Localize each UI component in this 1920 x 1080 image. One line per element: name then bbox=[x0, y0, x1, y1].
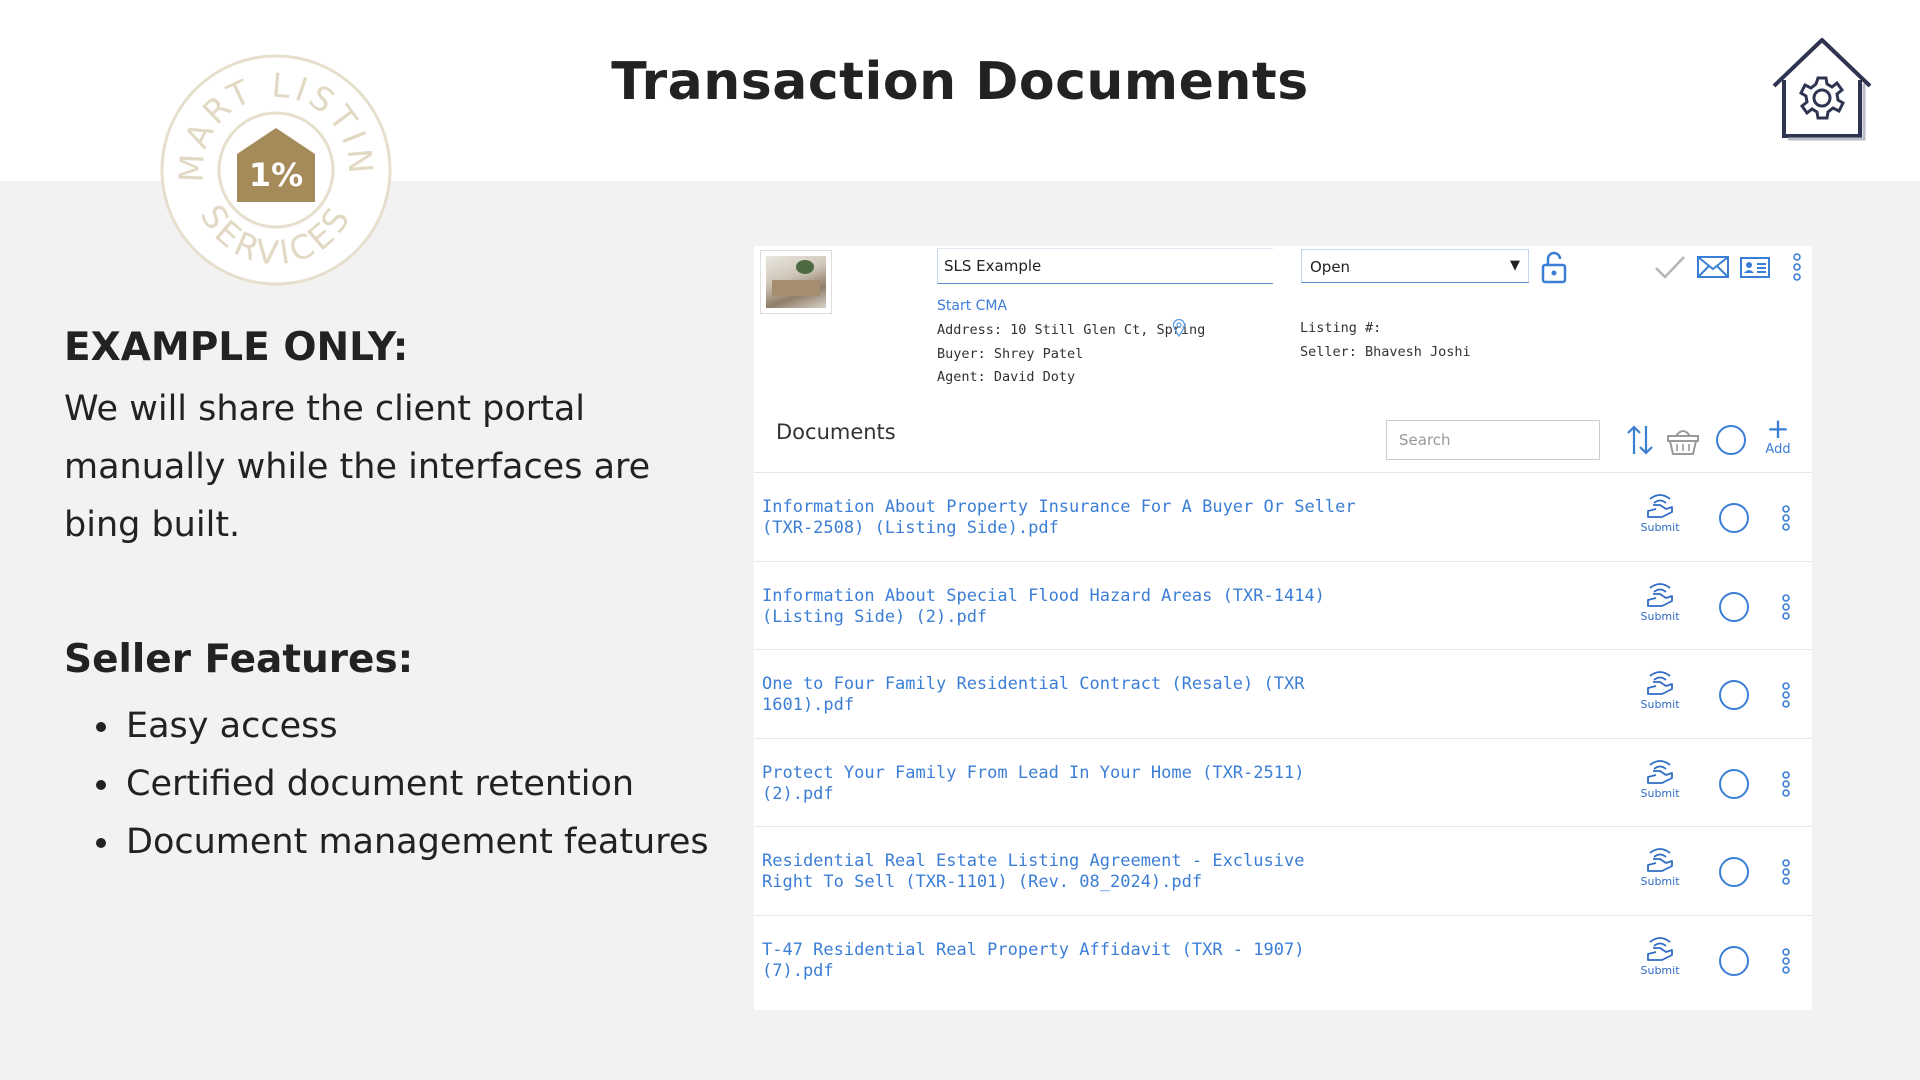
select-circle-icon[interactable] bbox=[1718, 945, 1750, 977]
document-link[interactable]: One to Four Family Residential Contract … bbox=[762, 674, 1362, 716]
documents-title: Documents bbox=[776, 420, 896, 444]
select-circle-icon[interactable] bbox=[1718, 679, 1750, 711]
status-value: Open bbox=[1310, 258, 1351, 276]
submit-hand-icon bbox=[1647, 494, 1673, 518]
document-link[interactable]: Protect Your Family From Lead In Your Ho… bbox=[762, 763, 1362, 805]
left-column: EXAMPLE ONLY: We will share the client p… bbox=[64, 325, 709, 862]
add-document-button[interactable]: + Add bbox=[1758, 412, 1798, 464]
map-pin-icon[interactable] bbox=[1172, 319, 1186, 337]
feature-item: Document management features bbox=[96, 813, 709, 871]
bullet-icon bbox=[96, 838, 106, 848]
features-heading: Seller Features: bbox=[64, 637, 414, 682]
mail-icon[interactable] bbox=[1696, 254, 1730, 280]
buyer-text: Buyer: Shrey Patel bbox=[937, 346, 1084, 362]
more-options-icon[interactable] bbox=[1781, 947, 1791, 975]
more-options-icon[interactable] bbox=[1781, 593, 1791, 621]
property-thumbnail[interactable] bbox=[760, 250, 832, 314]
submit-button[interactable]: Submit bbox=[1634, 755, 1686, 809]
submit-button[interactable]: Submit bbox=[1634, 578, 1686, 632]
document-row: T-47 Residential Real Property Affidavit… bbox=[754, 914, 1812, 1004]
submit-hand-icon bbox=[1647, 759, 1673, 784]
select-circle-icon[interactable] bbox=[1718, 591, 1750, 623]
select-circle-icon[interactable] bbox=[1718, 502, 1750, 534]
add-label: Add bbox=[1765, 442, 1791, 457]
document-row: Information About Property Insurance For… bbox=[754, 472, 1812, 561]
submit-button[interactable]: Submit bbox=[1634, 489, 1686, 543]
select-circle-icon[interactable] bbox=[1718, 856, 1750, 888]
transaction-panel: Open ▼ Start CMA Address: 10 Still Glen … bbox=[754, 246, 1812, 1010]
unlock-icon[interactable] bbox=[1539, 250, 1569, 284]
plus-icon: + bbox=[1766, 412, 1790, 445]
document-row: Residential Real Estate Listing Agreemen… bbox=[754, 826, 1812, 915]
document-link[interactable]: Information About Property Insurance For… bbox=[762, 497, 1362, 539]
seller-text: Seller: Bhavesh Joshi bbox=[1300, 344, 1471, 360]
house-gear-icon[interactable] bbox=[1770, 36, 1874, 142]
transaction-name-input[interactable] bbox=[937, 248, 1273, 284]
more-options-icon[interactable] bbox=[1781, 504, 1791, 532]
contact-card-icon[interactable] bbox=[1739, 254, 1771, 280]
submit-hand-icon bbox=[1647, 936, 1673, 961]
select-all-circle-icon[interactable] bbox=[1715, 424, 1747, 456]
example-heading: EXAMPLE ONLY: bbox=[64, 325, 409, 370]
sort-icon[interactable] bbox=[1626, 424, 1654, 456]
listing-number-text: Listing #: bbox=[1300, 320, 1382, 336]
feature-item: Certified document retention bbox=[96, 755, 709, 813]
submit-button[interactable]: Submit bbox=[1634, 932, 1686, 986]
features-list: Easy access Certified document retention… bbox=[96, 697, 709, 871]
check-icon[interactable] bbox=[1654, 254, 1686, 280]
document-row: Protect Your Family From Lead In Your Ho… bbox=[754, 737, 1812, 827]
caret-down-icon: ▼ bbox=[1510, 258, 1520, 273]
more-options-icon[interactable] bbox=[1781, 681, 1791, 709]
submit-hand-icon bbox=[1647, 582, 1673, 607]
basket-icon[interactable] bbox=[1666, 424, 1700, 456]
smart-listing-logo: SMART LISTING SERVICES 1% bbox=[158, 52, 392, 286]
search-input[interactable] bbox=[1386, 420, 1600, 460]
document-link[interactable]: T-47 Residential Real Property Affidavit… bbox=[762, 940, 1362, 982]
select-circle-icon[interactable] bbox=[1718, 768, 1750, 800]
status-select[interactable]: Open ▼ bbox=[1301, 249, 1529, 283]
agent-text: Agent: David Doty bbox=[937, 369, 1076, 385]
document-link[interactable]: Information About Special Flood Hazard A… bbox=[762, 586, 1362, 628]
more-options-icon[interactable] bbox=[1781, 770, 1791, 798]
more-options-icon[interactable] bbox=[1792, 252, 1802, 282]
feature-item: Easy access bbox=[96, 697, 709, 755]
document-link[interactable]: Residential Real Estate Listing Agreemen… bbox=[762, 851, 1362, 893]
document-row: Information About Special Flood Hazard A… bbox=[754, 560, 1812, 650]
submit-hand-icon bbox=[1647, 848, 1673, 872]
submit-button[interactable]: Submit bbox=[1634, 843, 1686, 897]
bullet-icon bbox=[96, 722, 106, 732]
submit-button[interactable]: Submit bbox=[1634, 666, 1686, 720]
more-options-icon[interactable] bbox=[1781, 858, 1791, 886]
documents-list: Information About Property Insurance For… bbox=[754, 472, 1812, 1003]
address-text: Address: 10 Still Glen Ct, Spring bbox=[937, 322, 1206, 338]
example-body: We will share the client portal manually… bbox=[64, 389, 651, 545]
logo-badge-text: 1% bbox=[249, 156, 303, 194]
bullet-icon bbox=[96, 780, 106, 790]
document-row: One to Four Family Residential Contract … bbox=[754, 649, 1812, 738]
start-cma-link[interactable]: Start CMA bbox=[937, 298, 1007, 314]
submit-hand-icon bbox=[1647, 671, 1673, 695]
